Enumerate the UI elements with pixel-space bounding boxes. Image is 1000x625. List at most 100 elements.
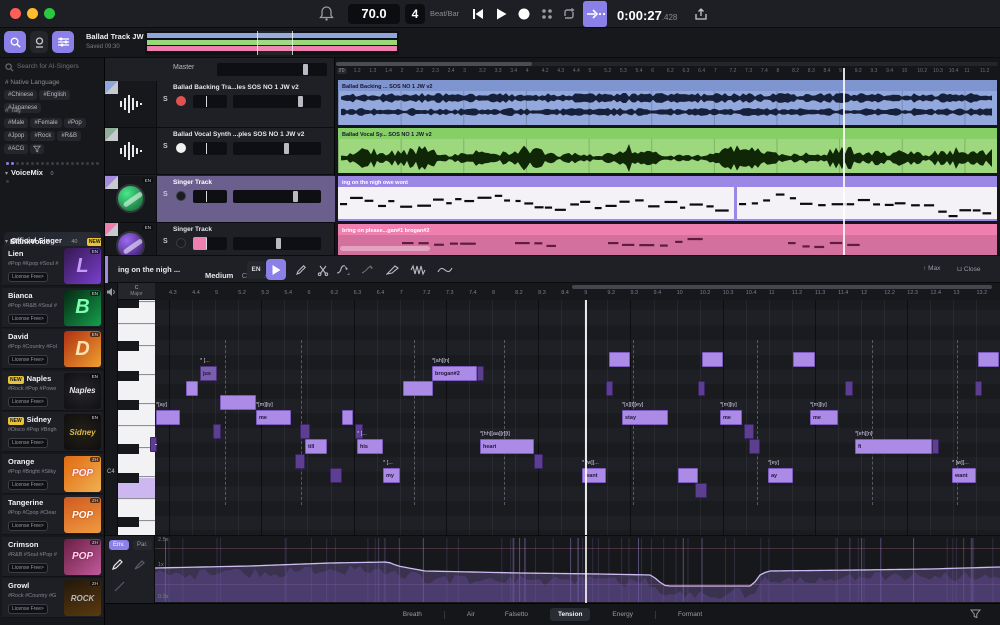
track-body[interactable]: Ballad Backing Tra...les SOS NO 1 JW v2S [157,81,335,127]
track-dot-button[interactable] [176,143,186,153]
note[interactable]: me [720,410,742,425]
note-tail[interactable] [932,439,939,454]
volume-handle[interactable] [298,96,303,107]
pitch-curve-tool-button[interactable] [333,259,353,280]
note[interactable]: till [305,439,327,454]
piano-key-black[interactable] [118,341,139,351]
pagination-dot[interactable] [76,162,79,165]
singer-avatar[interactable] [116,184,145,213]
vibrato-tool-button[interactable] [408,259,428,280]
arrange-playhead[interactable] [843,68,845,255]
singer-card-david[interactable]: David#Pop #Country #FolLicense Free>DEN [2,329,103,369]
track-row-1[interactable]: Ballad Backing Tra...les SOS NO 1 JW v2S [105,81,335,128]
note[interactable] [978,352,999,367]
param-line-tool[interactable] [113,580,126,593]
track-row-3[interactable]: ENSinger TrackS [105,176,335,223]
param-tab-tension[interactable]: Tension [550,608,590,621]
volume-handle[interactable] [284,143,289,154]
pianoroll-hscrollbar[interactable] [572,285,992,289]
beats-per-bar-display[interactable]: 4 [405,4,425,24]
pagination-dot[interactable] [56,162,59,165]
pagination-dot[interactable] [6,180,9,183]
note[interactable]: his [357,439,383,454]
pan-box[interactable] [193,237,227,250]
export-icon[interactable] [693,6,709,22]
pianoroll-grid[interactable]: *[ay]jus* [...me*[m][iy]tillhis* [...my*… [155,300,1000,535]
clip-label-singer2[interactable]: bring on please...gan#1 brogan#2 [338,226,429,234]
pagination-dot[interactable] [81,162,84,165]
pagination-dot[interactable] [86,162,89,165]
par-tab[interactable]: Par. [133,540,152,550]
solo-button[interactable]: S [163,96,168,103]
param-tab-falsetto[interactable]: Falsetto [497,608,536,621]
note[interactable]: stay [622,410,668,425]
piano-key-black[interactable] [118,473,139,483]
tag-chip[interactable]: #Pop [64,118,86,128]
note-tail[interactable] [975,381,982,396]
tag-chip[interactable]: #R&B [57,131,81,141]
note-tail[interactable] [213,424,221,439]
pitch-brush-tool-button[interactable] [383,259,403,280]
note[interactable] [793,352,815,367]
close-window-button[interactable] [10,8,21,19]
volume-slider[interactable] [233,237,321,250]
note[interactable]: heart [480,439,534,454]
pitch-anchor-tool-button[interactable] [358,259,378,280]
pianoroll[interactable]: C Major 4.34.455.25.35.466.26.36.477.27.… [105,283,1000,535]
note[interactable] [678,468,698,483]
filter-params-icon[interactable] [970,608,981,619]
note[interactable] [220,395,256,410]
mixer-settings-button[interactable] [52,31,74,53]
arrangement-minimap[interactable] [145,31,399,55]
voicemix-header[interactable]: ▾VoiceMix 0 [5,162,54,180]
note-tail[interactable] [150,437,157,452]
arrangement-view[interactable]: 70 11.21.31.422.22.32.433.23.33.444.24.3… [335,58,1000,255]
volume-handle[interactable] [276,238,281,249]
param-tab-breath[interactable]: Breath [395,608,430,621]
zoom-window-button[interactable] [44,8,55,19]
singer-card-sidney[interactable]: NEWSidney#Disco #Pop #BrighLicense Free>… [2,412,103,452]
pagination-dot[interactable] [91,162,94,165]
note-tail[interactable] [744,424,754,439]
tempo-display[interactable]: 70.0 [348,4,400,24]
piano-key-black[interactable] [118,444,139,454]
singer-card-bianca[interactable]: Bianca#Pop #R&B #Soul #License Free>BEN [2,288,103,328]
key-signature-box[interactable]: C Major [118,283,155,300]
note[interactable]: want [952,468,976,483]
pagination-dot[interactable] [71,162,74,165]
pan-box[interactable] [193,190,227,203]
piano-key-black[interactable] [118,371,139,381]
pagination-dot[interactable] [96,162,99,165]
piano-key-black[interactable] [118,517,139,527]
active-clip-name[interactable]: ing on the nigh ... [118,265,180,274]
singer-card-lien[interactable]: Lien#Pop #Kpop #Soul #License Free>LEN [2,246,103,286]
piano-key-black[interactable] [118,300,139,308]
note-tail[interactable] [300,424,310,439]
note-tail[interactable] [295,454,305,469]
note-tail[interactable] [845,381,853,396]
loop-icon[interactable] [561,6,577,22]
pagination-dot[interactable] [66,162,69,165]
note[interactable] [186,381,198,396]
skip-to-start-button[interactable] [470,6,486,22]
clip-label-singer1[interactable]: ing on the nigh owe wont [338,178,408,186]
time-display[interactable]: 0:00:27.428 [617,7,677,25]
piano-keys[interactable] [118,300,155,535]
note-tail[interactable] [695,483,707,498]
singer-card-tangerine[interactable]: Tangerine#Pop #Cpop #ClearLicense Free>P… [2,495,103,535]
speaker-icon[interactable] [106,287,117,297]
param-tab-formant[interactable]: Formant [670,608,710,621]
tension-graph[interactable] [155,536,1000,604]
tag-chip[interactable]: #Rock [30,131,55,141]
volume-slider[interactable] [233,142,321,155]
note-tail[interactable] [477,366,484,381]
singer-card-naples[interactable]: NEWNaples#Rock #Pop #PoweLicense Free>Na… [2,371,103,411]
track-body[interactable]: Singer TrackS [157,176,335,222]
singer-card-growl[interactable]: Growl#Rock #Country #GLicense Free>ROCKZ… [2,578,103,618]
note[interactable]: me [256,410,291,425]
note-tail[interactable] [534,454,543,469]
note[interactable] [609,352,630,367]
master-volume-slider[interactable] [217,63,327,76]
clip-label-vocal[interactable]: Ballad Vocal Sy... SOS NO 1 JW v2 [338,130,432,138]
maximize-editor-button[interactable]: ↑ Max [923,265,940,272]
